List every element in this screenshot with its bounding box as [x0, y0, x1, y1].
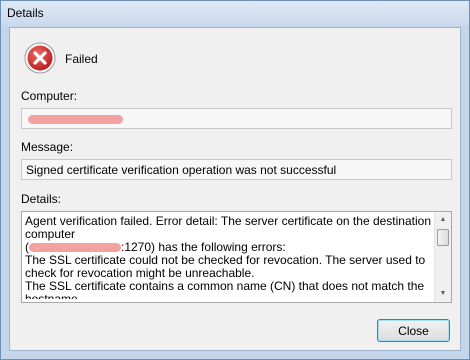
vertical-scrollbar[interactable]: ▲ ▼ [434, 212, 451, 302]
redaction-mark [29, 243, 121, 253]
details-textbox[interactable]: Agent verification failed. Error detail:… [21, 211, 452, 303]
details-line-2-suffix: :1270) has the following errors: [121, 240, 286, 254]
details-text: Agent verification failed. Error detail:… [25, 215, 433, 299]
error-x-icon [24, 42, 56, 74]
details-dialog: Details Failed Computer: Message: Signed… [0, 0, 470, 360]
details-rest: The SSL certificate could not be checked… [25, 253, 426, 300]
scroll-thumb[interactable] [437, 229, 449, 246]
close-button[interactable]: Close [377, 319, 450, 342]
title-bar[interactable]: Details [1, 1, 469, 26]
computer-label: Computer: [21, 89, 78, 103]
details-label: Details: [21, 192, 62, 206]
message-label: Message: [21, 140, 74, 154]
scroll-down-icon[interactable]: ▼ [435, 286, 451, 302]
status-label: Failed [65, 52, 98, 66]
window-title: Details [7, 6, 44, 20]
scroll-up-icon[interactable]: ▲ [435, 212, 451, 228]
dialog-body: Failed Computer: Message: Signed certifi… [9, 27, 461, 351]
redaction-mark [28, 115, 123, 125]
details-line-1: Agent verification failed. Error detail:… [25, 215, 431, 241]
message-field[interactable]: Signed certificate verification operatio… [21, 159, 452, 180]
message-value: Signed certificate verification operatio… [26, 163, 337, 177]
computer-field[interactable] [21, 108, 452, 129]
